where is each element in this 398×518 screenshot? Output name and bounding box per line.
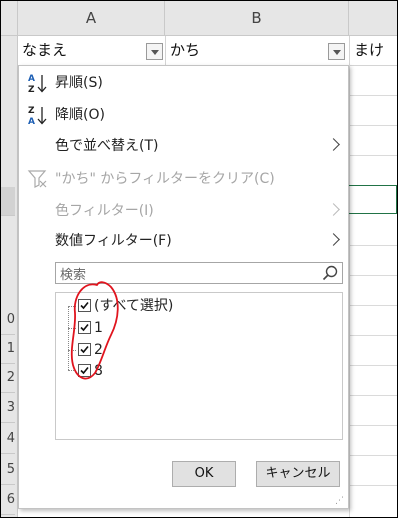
color-filter-label: 色フィルター(I): [55, 203, 154, 219]
sort-descending-item[interactable]: Z A 降順(O): [19, 100, 348, 130]
grid-line: [349, 305, 397, 306]
filter-dropdown-win[interactable]: [328, 43, 345, 60]
grid-line: [349, 125, 397, 126]
checkbox-8[interactable]: [78, 364, 91, 377]
tree-line: [68, 306, 76, 307]
grid-line: [349, 155, 397, 156]
svg-text:A: A: [28, 117, 35, 126]
grid-line: [349, 335, 397, 336]
row-number[interactable]: 0: [1, 306, 15, 335]
header-cell-win[interactable]: かち: [165, 36, 349, 65]
search-icon: [322, 265, 338, 281]
sort-ascending-icon: A Z: [27, 72, 49, 95]
sort-descending-icon: Z A: [27, 104, 49, 127]
row-number[interactable]: 2: [1, 364, 15, 393]
clear-filter-item: "かち" からフィルターをクリア(C): [19, 164, 348, 194]
checkbox-1[interactable]: [78, 321, 91, 334]
sort-descending-label: 降順(O): [55, 107, 105, 123]
grid-line: [349, 95, 397, 96]
row-header-selected[interactable]: [1, 187, 15, 216]
svg-text:Z: Z: [28, 106, 35, 116]
excel-window: A B なまえ かち まけ 0 1 2 3 4 5 6 A Z 昇順(S) Z …: [0, 0, 398, 518]
tree-line: [68, 370, 76, 371]
column-header-a[interactable]: A: [18, 1, 165, 35]
grid-line: [349, 395, 397, 396]
grid-line: [349, 455, 397, 456]
header-cell-name[interactable]: なまえ: [18, 36, 164, 65]
sort-ascending-item[interactable]: A Z 昇順(S): [19, 68, 348, 98]
row-number[interactable]: 6: [1, 486, 15, 515]
grid-line: [349, 365, 397, 366]
grid-line: [349, 485, 397, 486]
list-item-label: 8: [94, 363, 103, 379]
ok-button[interactable]: OK: [172, 461, 236, 487]
sort-by-color-label: 色で並べ替え(T): [55, 138, 159, 154]
list-item-label: (すべて選択): [94, 298, 174, 314]
row-number[interactable]: 4: [1, 425, 15, 454]
column-header-b[interactable]: B: [165, 1, 349, 35]
submenu-arrow-icon: [327, 233, 340, 246]
clear-filter-icon: [27, 168, 49, 190]
tree-line: [68, 350, 76, 351]
row-number[interactable]: 1: [1, 335, 15, 364]
submenu-arrow-icon: [327, 138, 340, 151]
number-filter-label: 数値フィルター(F): [55, 233, 172, 249]
svg-text:Z: Z: [28, 85, 35, 94]
select-all-corner[interactable]: [1, 1, 18, 35]
resize-grip-icon[interactable]: ⋰: [335, 496, 345, 506]
number-filter-item[interactable]: 数値フィルター(F): [19, 226, 348, 256]
grid-line: [349, 245, 397, 246]
sort-ascending-label: 昇順(S): [55, 75, 103, 91]
filter-values-list[interactable]: (すべて選択) 1 2 8: [55, 292, 343, 440]
checkbox-2[interactable]: [78, 343, 91, 356]
autofilter-menu: A Z 昇順(S) Z A 降順(O) 色で並べ替え(T) "かち" からフィル…: [18, 65, 349, 509]
tree-line: [68, 328, 76, 329]
sort-by-color-item[interactable]: 色で並べ替え(T): [19, 131, 348, 161]
list-item-label: 2: [94, 342, 103, 358]
header-cell-lose[interactable]: まけ: [349, 36, 397, 65]
row-number[interactable]: 3: [1, 394, 15, 423]
checkbox-select-all[interactable]: [78, 299, 91, 312]
filter-dropdown-name[interactable]: [146, 43, 163, 60]
search-placeholder: 検索: [60, 268, 87, 283]
filter-search-input[interactable]: 検索: [55, 262, 343, 284]
grid-line: [349, 65, 350, 517]
row-number[interactable]: 5: [1, 456, 15, 485]
grid-line: [349, 275, 397, 276]
color-filter-item: 色フィルター(I): [19, 196, 348, 226]
svg-text:A: A: [28, 74, 35, 84]
submenu-arrow-icon: [327, 203, 340, 216]
tree-line: [68, 306, 69, 370]
cancel-button[interactable]: キャンセル: [256, 461, 340, 487]
column-header-c[interactable]: [349, 1, 397, 35]
selected-cell[interactable]: [349, 185, 397, 214]
column-header-bar: A B: [1, 1, 397, 36]
grid-line: [349, 425, 397, 426]
clear-filter-label: "かち" からフィルターをクリア(C): [55, 171, 275, 187]
list-item-label: 1: [94, 320, 103, 336]
table-header-row: なまえ かち まけ: [1, 36, 397, 66]
